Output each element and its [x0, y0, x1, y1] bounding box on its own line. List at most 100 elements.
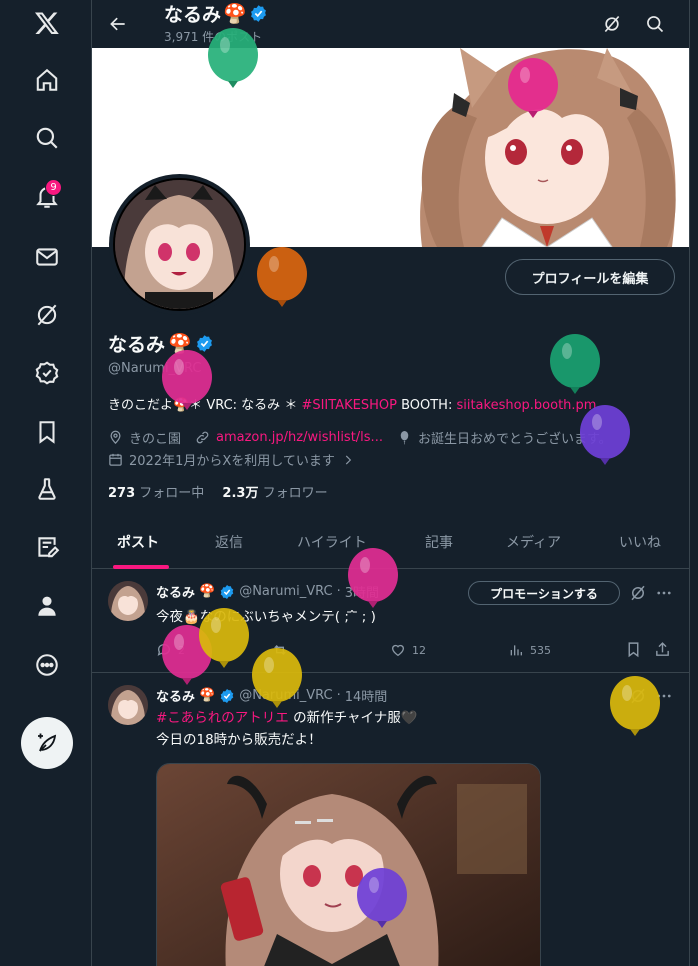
profile-website-link[interactable]: amazon.jp/hz/wishlist/ls... — [216, 430, 383, 445]
grok-icon[interactable] — [629, 687, 647, 705]
tweet-hashtag-link[interactable]: #こあられのアトリエ — [156, 710, 289, 726]
link-icon — [196, 431, 209, 444]
bookmark-icon[interactable] — [625, 641, 642, 658]
views-button[interactable]: 535 — [508, 642, 551, 658]
repost-button[interactable] — [272, 642, 288, 658]
repost-icon — [274, 645, 286, 655]
tweet-time[interactable]: 14時間 — [345, 686, 388, 705]
tab-media[interactable]: メディア — [506, 515, 561, 568]
profile-header-bar: なるみ 🍄 3,971 件のポスト — [92, 0, 689, 48]
profile-tabs: ポスト 返信 ハイライト 記事 メディア いいね — [92, 515, 689, 569]
tweet-text: 今夜🎂なのにぶいちゃメンテ( ; ᷄ ᷅ ; ) — [156, 609, 376, 625]
verified-badge-icon — [196, 335, 212, 352]
header-name-text: なるみ — [164, 4, 222, 26]
tweet-time[interactable]: 3時間 — [345, 582, 379, 601]
tweet-header: なるみ 🍄 @Narumi_VRC · 3時間 — [156, 582, 379, 601]
promote-button[interactable]: プロモーションする — [468, 581, 620, 605]
followers-link[interactable]: 2.3万 フォロワー — [222, 486, 327, 501]
bookmarks-icon[interactable] — [24, 409, 70, 455]
profile-joined: 2022年1月からXを利用しています — [129, 454, 335, 469]
mushroom-emoji: 🍄 — [168, 333, 192, 355]
tweet-author-name[interactable]: なるみ — [156, 686, 195, 705]
premium-icon[interactable] — [24, 350, 70, 396]
verified-badge-icon — [220, 688, 234, 703]
media-illustration — [157, 764, 540, 966]
feather-icon — [38, 733, 57, 752]
separator-dot: · — [336, 688, 341, 703]
tweet-author-handle[interactable]: @Narumi_VRC — [239, 584, 332, 599]
reply-button[interactable]: 2 — [156, 642, 185, 658]
grok-icon[interactable] — [598, 10, 626, 38]
tab-articles[interactable]: 記事 — [425, 515, 453, 568]
profile-icon[interactable] — [24, 583, 70, 629]
avatar-illustration — [115, 180, 244, 309]
home-icon[interactable] — [24, 57, 70, 103]
balloon-birthday-icon — [400, 430, 409, 445]
profile-name-text: なるみ — [108, 334, 166, 356]
search-icon[interactable] — [641, 10, 669, 38]
profile-bio: きのこだよ🍄＊ VRC: なるみ ＊ #SIITAKESHOP BOOTH: s… — [108, 394, 596, 413]
calendar-icon — [109, 453, 122, 466]
views-chart-icon — [510, 645, 522, 656]
followers-label: フォロワー — [258, 486, 328, 501]
profile-name: なるみ 🍄 — [108, 330, 214, 357]
like-count: 12 — [412, 643, 426, 657]
verified-badge-icon — [250, 5, 266, 22]
tweet-avatar[interactable] — [108, 581, 148, 621]
avatar-illustration — [108, 685, 148, 725]
tweet[interactable]: なるみ 🍄 @Narumi_VRC · 3時間 プロモーションする 今夜🎂なのに… — [92, 569, 689, 673]
bio-booth-link[interactable]: siitakeshop.booth.pm — [456, 398, 596, 413]
view-count: 535 — [530, 643, 551, 657]
share-icon[interactable] — [654, 641, 671, 658]
compose-post-button[interactable] — [21, 717, 73, 769]
labs-icon[interactable] — [24, 466, 70, 512]
following-label: フォロー中 — [135, 486, 205, 501]
sidebar: 9 — [0, 0, 92, 966]
tab-likes[interactable]: いいね — [619, 515, 661, 568]
like-button[interactable]: 12 — [390, 642, 426, 658]
tab-highlights[interactable]: ハイライト — [297, 515, 367, 568]
mushroom-emoji: 🍄 — [199, 688, 216, 703]
tweet-author-name[interactable]: なるみ — [156, 582, 195, 601]
back-arrow-icon[interactable] — [104, 10, 132, 38]
messages-icon[interactable] — [24, 234, 70, 280]
avatar-illustration — [108, 581, 148, 621]
more-icon[interactable] — [24, 642, 70, 688]
tweet-media-image[interactable] — [156, 763, 541, 966]
more-options-icon[interactable] — [655, 687, 673, 705]
profile-location: きのこ園 — [129, 432, 182, 447]
bio-text: きのこだよ🍄＊ VRC: なるみ ＊ — [108, 398, 302, 413]
tweet-text: の新作チャイナ服🖤 — [288, 710, 418, 726]
post-count: 3,971 件のポスト — [164, 30, 263, 44]
tweet-header: なるみ 🍄 @Narumi_VRC · 14時間 — [156, 686, 387, 705]
articles-icon[interactable] — [24, 524, 70, 570]
profile-avatar[interactable] — [109, 174, 250, 315]
tweet-text-line1: #こあられのアトリエ の新作チャイナ服🖤 — [156, 708, 418, 729]
notifications-icon[interactable]: 9 — [24, 174, 70, 220]
search-icon[interactable] — [24, 115, 70, 161]
tab-replies[interactable]: 返信 — [215, 515, 243, 568]
tab-posts[interactable]: ポスト — [117, 515, 159, 568]
profile-birthday: お誕生日おめでとうございます。 — [417, 432, 612, 447]
edit-profile-button[interactable]: プロフィールを編集 — [505, 259, 675, 295]
grok-icon[interactable] — [629, 584, 647, 602]
following-link[interactable]: 273 フォロー中 — [108, 486, 204, 501]
x-logo-icon[interactable] — [24, 0, 70, 46]
bio-hashtag-link[interactable]: #SIITAKESHOP — [301, 398, 396, 413]
bio-text-booth: BOOTH: — [396, 398, 457, 413]
verified-badge-icon — [220, 584, 234, 599]
profile-column: なるみ 🍄 3,971 件のポスト プロフィールを編集 なるみ 🍄 @Narum… — [92, 0, 690, 966]
profile-joined-row[interactable]: 2022年1月からXを利用しています — [108, 450, 355, 469]
location-icon — [110, 430, 121, 444]
following-count: 273 — [108, 486, 136, 501]
chevron-right-icon — [345, 455, 352, 464]
tweet-author-handle[interactable]: @Narumi_VRC — [239, 688, 332, 703]
grok-icon[interactable] — [24, 292, 70, 338]
profile-handle: @Narumi_VRC — [108, 361, 202, 376]
mushroom-emoji: 🍄 — [223, 3, 247, 25]
followers-count: 2.3万 — [222, 486, 259, 501]
tweet-avatar[interactable] — [108, 685, 148, 725]
profile-follow-stats: 273 フォロー中 2.3万 フォロワー — [108, 482, 328, 501]
more-options-icon[interactable] — [655, 584, 673, 602]
separator-dot: · — [336, 584, 341, 599]
